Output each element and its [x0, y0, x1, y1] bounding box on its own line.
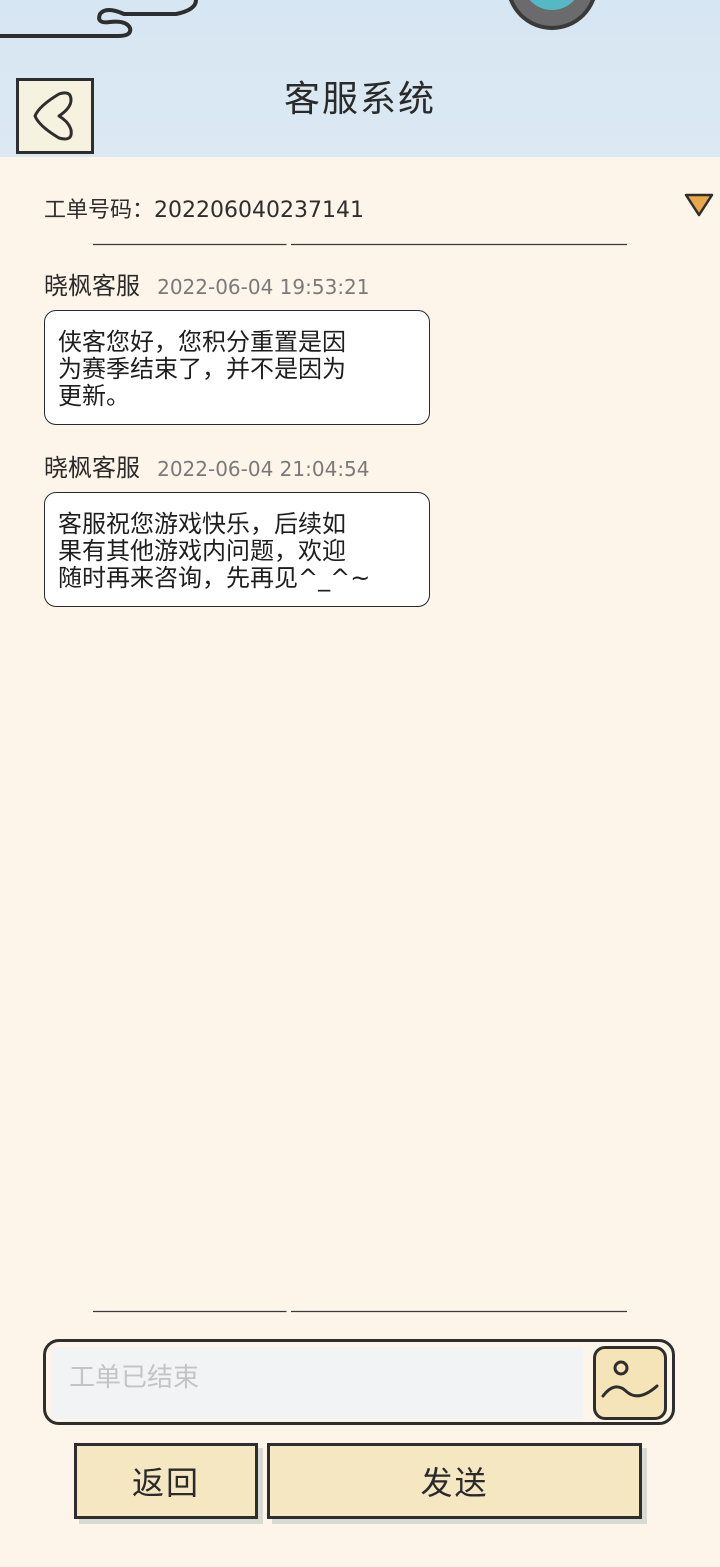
- composer: [43, 1339, 675, 1425]
- message-line: 客服祝您游戏快乐，后续如: [58, 510, 346, 538]
- return-button[interactable]: 返回: [74, 1443, 258, 1519]
- message-item: 晓枫客服 2022-06-04 21:04:54 客服祝您游戏快乐，后续如 果有…: [44, 448, 444, 607]
- message-item: 晓枫客服 2022-06-04 19:53:21 侠客您好，您积分重置是因 为赛…: [44, 266, 444, 425]
- image-upload-icon: [601, 1360, 659, 1398]
- mascot-decoration-icon: [508, 0, 596, 30]
- message-line: 为赛季结束了，并不是因为: [58, 355, 346, 383]
- ticket-row: 工单号码：202206040237141: [0, 158, 720, 246]
- sender-name: 晓枫客服: [44, 454, 140, 482]
- page-title: 客服系统: [283, 79, 436, 120]
- message-line: 随时再来咨询，先再见^_^~: [58, 564, 371, 592]
- header-bar: 客服系统: [0, 0, 720, 157]
- message-line: 更新。: [58, 382, 130, 410]
- message-input[interactable]: [51, 1347, 583, 1419]
- send-button[interactable]: 发送: [267, 1443, 642, 1519]
- ticket-number-label: 工单号码：202206040237141: [44, 198, 364, 223]
- bottom-divider: [93, 1310, 627, 1313]
- message-time: 2022-06-04 21:04:54: [157, 457, 370, 481]
- top-divider: [93, 243, 627, 246]
- sender-name: 晓枫客服: [44, 272, 140, 300]
- message-bubble: 客服祝您游戏快乐，后续如 果有其他游戏内问题，欢迎 随时再来咨询，先再见^_^~: [44, 492, 430, 607]
- image-upload-button[interactable]: [593, 1346, 667, 1420]
- message-line: 果有其他游戏内问题，欢迎: [58, 537, 346, 565]
- message-line: 侠客您好，您积分重置是因: [58, 328, 346, 356]
- triangle-down-icon[interactable]: [684, 192, 714, 218]
- message-time: 2022-06-04 19:53:21: [157, 275, 370, 299]
- cloud-decoration-icon: [0, 0, 198, 38]
- message-bubble: 侠客您好，您积分重置是因 为赛季结束了，并不是因为 更新。: [44, 310, 430, 425]
